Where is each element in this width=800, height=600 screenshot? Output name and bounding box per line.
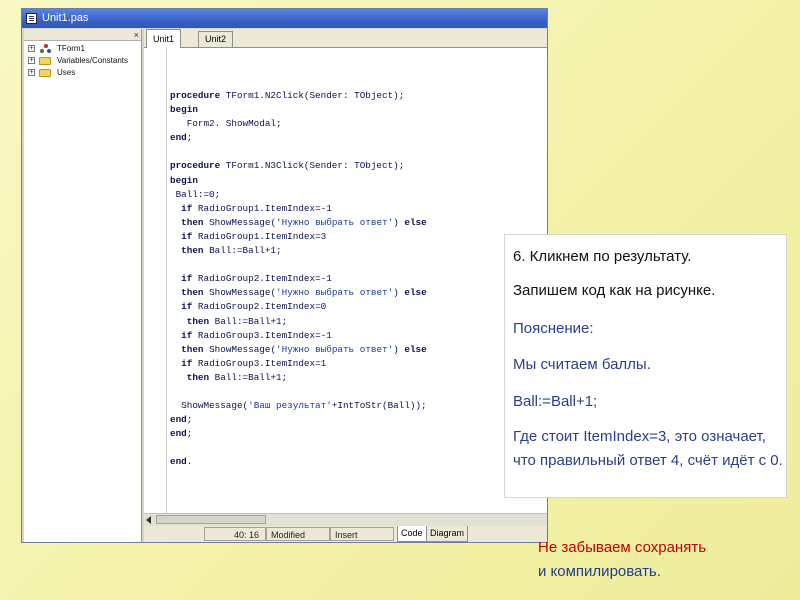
instruction-text: Запишем код как на рисунке. xyxy=(513,282,716,299)
code-line[interactable]: then Ball:=Ball+1; xyxy=(170,315,427,329)
code-line[interactable] xyxy=(170,441,427,455)
horizontal-scrollbar[interactable] xyxy=(144,513,547,526)
status-bar: 40: 16 Modified Insert Code Diagram xyxy=(144,526,547,542)
code-line[interactable]: if RadioGroup3.ItemIndex=-1 xyxy=(170,329,427,343)
file-icon xyxy=(26,13,37,24)
tab-code[interactable]: Code xyxy=(397,526,427,542)
editor-gutter xyxy=(144,48,167,513)
folder-icon xyxy=(39,57,51,65)
code-line[interactable]: begin xyxy=(170,174,427,188)
tree-item-label: TForm1 xyxy=(57,44,85,53)
reminder-text: Не забываем сохранять и компилировать. xyxy=(538,536,788,584)
expand-icon[interactable]: + xyxy=(28,45,35,52)
window-title: Unit1.pas xyxy=(42,12,89,24)
ide-window: Unit1.pas × + TForm1 + Variables/Constan… xyxy=(21,8,548,543)
code-line[interactable]: Form2. ShowModal; xyxy=(170,117,427,131)
scrollbar-thumb[interactable] xyxy=(156,515,266,524)
code-line[interactable]: if RadioGroup1.ItemIndex=-1 xyxy=(170,202,427,216)
tree-item-label: Uses xyxy=(57,68,76,77)
explanation-line-2: Ball:=Ball+1; xyxy=(513,393,598,410)
modified-status: Modified xyxy=(266,527,330,541)
explorer-tree: + TForm1 + Variables/Constants + Uses xyxy=(27,43,128,79)
code-line[interactable]: procedure TForm1.N3Click(Sender: TObject… xyxy=(170,159,427,173)
editor-tabs: Unit1 Unit2 xyxy=(144,29,547,48)
expand-icon[interactable]: + xyxy=(28,69,35,76)
code-line[interactable]: if RadioGroup2.ItemIndex=-1 xyxy=(170,272,427,286)
tree-item-label: Variables/Constants xyxy=(57,56,128,65)
explorer-header xyxy=(24,29,141,41)
code-editor: Unit1 Unit2 procedure TForm1.N2Click(Sen… xyxy=(144,29,547,542)
explanation-label: Пояснение: xyxy=(513,320,594,337)
code-explorer: × + TForm1 + Variables/Constants + Uses xyxy=(24,29,142,542)
tree-item-tform1[interactable]: + TForm1 xyxy=(27,43,128,55)
code-line[interactable]: end; xyxy=(170,131,427,145)
tab-diagram[interactable]: Diagram xyxy=(426,526,469,542)
tree-item-variables-constants[interactable]: + Variables/Constants xyxy=(27,55,128,67)
code-line[interactable]: if RadioGroup1.ItemIndex=3 xyxy=(170,230,427,244)
code-line[interactable]: end; xyxy=(170,413,427,427)
tree-item-uses[interactable]: + Uses xyxy=(27,67,128,79)
scroll-left-icon[interactable] xyxy=(146,516,151,524)
code-line[interactable]: begin xyxy=(170,103,427,117)
code-line[interactable] xyxy=(170,385,427,399)
explanation-line-3: Где стоит ItemIndex=3, это означает, что… xyxy=(513,428,783,469)
code-line[interactable]: then ShowMessage('Нужно выбрать ответ') … xyxy=(170,216,427,230)
component-icon xyxy=(40,44,52,54)
folder-icon xyxy=(39,69,51,77)
source-code[interactable]: procedure TForm1.N2Click(Sender: TObject… xyxy=(170,89,427,470)
code-line[interactable]: then ShowMessage('Нужно выбрать ответ') … xyxy=(170,286,427,300)
code-line[interactable] xyxy=(170,145,427,159)
code-line[interactable]: procedure TForm1.N2Click(Sender: TObject… xyxy=(170,89,427,103)
code-line[interactable]: then Ball:=Ball+1; xyxy=(170,371,427,385)
code-line[interactable]: Ball:=0; xyxy=(170,188,427,202)
tab-unit2[interactable]: Unit2 xyxy=(198,31,234,47)
explanation-box: 6. Кликнем по результату. Запишем код ка… xyxy=(504,234,787,498)
code-line[interactable]: end; xyxy=(170,427,427,441)
insert-mode: Insert xyxy=(330,527,394,541)
code-area[interactable]: procedure TForm1.N2Click(Sender: TObject… xyxy=(144,48,547,513)
code-line[interactable] xyxy=(170,258,427,272)
tab-unit1[interactable]: Unit1 xyxy=(146,29,182,48)
step-text: 6. Кликнем по результату. xyxy=(513,248,692,265)
reminder-line-2: и компилировать. xyxy=(538,563,661,580)
close-icon[interactable]: × xyxy=(134,30,139,40)
reminder-line-1: Не забываем сохранять xyxy=(538,539,707,556)
code-line[interactable]: if RadioGroup3.ItemIndex=1 xyxy=(170,357,427,371)
explanation-line-1: Мы считаем баллы. xyxy=(513,356,651,373)
code-line[interactable]: end. xyxy=(170,455,427,469)
code-line[interactable]: if RadioGroup2.ItemIndex=0 xyxy=(170,300,427,314)
cursor-position: 40: 16 xyxy=(204,527,266,541)
code-line[interactable]: ShowMessage('Ваш результат'+IntToStr(Bal… xyxy=(170,399,427,413)
expand-icon[interactable]: + xyxy=(28,57,35,64)
code-line[interactable]: then Ball:=Ball+1; xyxy=(170,244,427,258)
code-line[interactable]: then ShowMessage('Нужно выбрать ответ') … xyxy=(170,343,427,357)
title-bar[interactable]: Unit1.pas xyxy=(22,9,547,28)
